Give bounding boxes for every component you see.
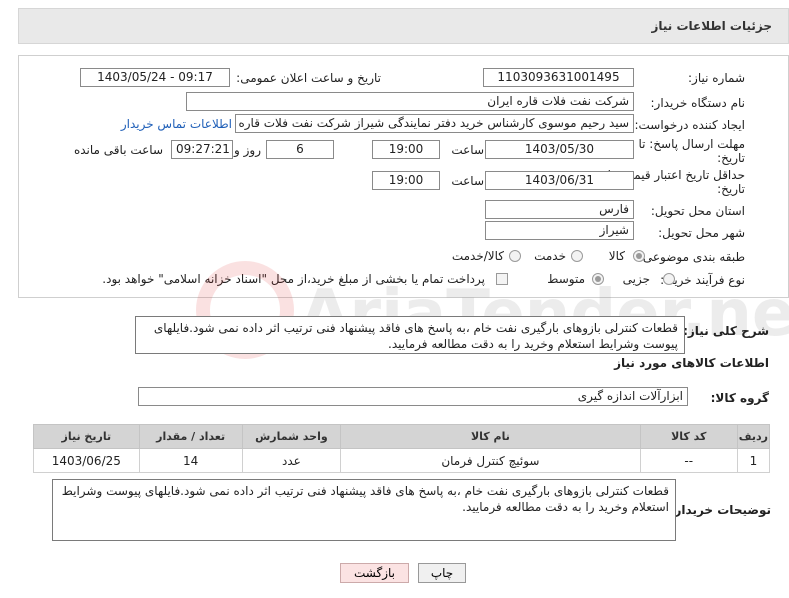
announce-field: 1403/05/24 - 09:17 (80, 68, 230, 87)
deadline-date-field: 1403/05/30 (485, 140, 634, 159)
process-medium-radio[interactable] (592, 273, 604, 285)
table-header-row: ردیف کد کالا نام کالا واحد شمارش تعداد /… (33, 424, 771, 449)
cell-qty: 14 (138, 448, 243, 473)
remaining-time-field: 09:27:21 (171, 140, 233, 159)
cell-name: سوئیچ کنترل فرمان (340, 448, 641, 473)
col-header-date: تاریخ نیاز (33, 424, 140, 449)
deadline-date-label: تاریخ: (717, 151, 745, 165)
category-goods-label: کالا (608, 249, 625, 263)
goods-group-field: ابزارآلات اندازه گیری (138, 387, 688, 406)
category-service-radio[interactable] (571, 250, 583, 262)
description-box: قطعات کنترلی بازوهای بارگیری نفت خام ،به… (135, 316, 685, 354)
category-both-label: کالا/خدمت (451, 249, 504, 263)
table-row: 1 -- سوئیچ کنترل فرمان عدد 14 1403/06/25 (33, 448, 771, 473)
validity-time-field: 19:00 (372, 171, 440, 190)
deadline-time-field: 19:00 (372, 140, 440, 159)
creator-label: ایجاد کننده درخواست: (634, 118, 745, 132)
province-label: استان محل تحویل: (650, 204, 745, 218)
goods-section-title: اطلاعات کالاهای مورد نیاز (614, 356, 769, 370)
page-header: جزئیات اطلاعات نیاز (18, 8, 789, 44)
process-minor-radio[interactable] (663, 273, 675, 285)
cell-row-no: 1 (736, 448, 771, 473)
deadline-label: مهلت ارسال پاسخ: تا (638, 137, 745, 151)
col-header-unit: واحد شمارش (241, 424, 342, 449)
col-header-name: نام کالا (340, 424, 641, 449)
buyer-notes-box: قطعات کنترلی بازوهای بارگیری نفت خام ،به… (52, 479, 676, 541)
buyer-contact-link[interactable]: اطلاعات تماس خریدار (121, 117, 232, 131)
days-field: 6 (266, 140, 334, 159)
province-field: فارس (485, 200, 634, 219)
treasury-checkbox[interactable] (496, 273, 508, 285)
validity-time-label: ساعت (451, 174, 484, 188)
buyer-org-field: شرکت نفت فلات قاره ایران (186, 92, 634, 111)
back-button[interactable]: بازگشت (340, 563, 409, 583)
remaining-label: ساعت باقی مانده (73, 143, 163, 157)
buyer-org-label: نام دستگاه خریدار: (650, 96, 746, 110)
treasury-note: پرداخت تمام یا بخشی از مبلغ خرید،از محل … (102, 272, 485, 286)
announce-label: تاریخ و ساعت اعلان عمومی: (236, 71, 381, 85)
process-minor-label: جزیی (622, 272, 650, 286)
col-header-row-no: ردیف (736, 424, 771, 449)
category-label: طبقه بندی موضوعی: (638, 250, 745, 264)
description-label: شرح کلی نیاز: (683, 324, 769, 338)
goods-group-label: گروه کالا: (710, 391, 769, 405)
cell-code: -- (639, 448, 738, 473)
cell-unit: عدد (241, 448, 342, 473)
category-both-radio[interactable] (509, 250, 521, 262)
validity-date-field: 1403/06/31 (485, 171, 634, 190)
deadline-time-label: ساعت (451, 143, 484, 157)
need-number-label: شماره نیاز: (688, 71, 745, 85)
validity-date-label: تاریخ: (717, 182, 745, 196)
process-medium-label: متوسط (547, 272, 585, 286)
city-field: شیراز (485, 221, 634, 240)
page-title: جزئیات اطلاعات نیاز (651, 19, 772, 33)
goods-table: ردیف کد کالا نام کالا واحد شمارش تعداد /… (33, 424, 771, 473)
col-header-qty: تعداد / مقدار (138, 424, 243, 449)
col-header-code: کد کالا (639, 424, 738, 449)
category-goods-radio[interactable] (633, 250, 645, 262)
days-label: روز و (234, 143, 261, 157)
category-service-label: خدمت (534, 249, 566, 263)
buyer-notes-label: توضیحات خریدار: (669, 503, 771, 517)
need-number-field: 1103093631001495 (483, 68, 634, 87)
city-label: شهر محل تحویل: (658, 226, 745, 240)
creator-field: سید رحیم موسوی کارشناس خرید دفتر نمایندگ… (235, 114, 634, 133)
cell-date: 1403/06/25 (33, 448, 140, 473)
print-button[interactable]: چاپ (418, 563, 466, 583)
